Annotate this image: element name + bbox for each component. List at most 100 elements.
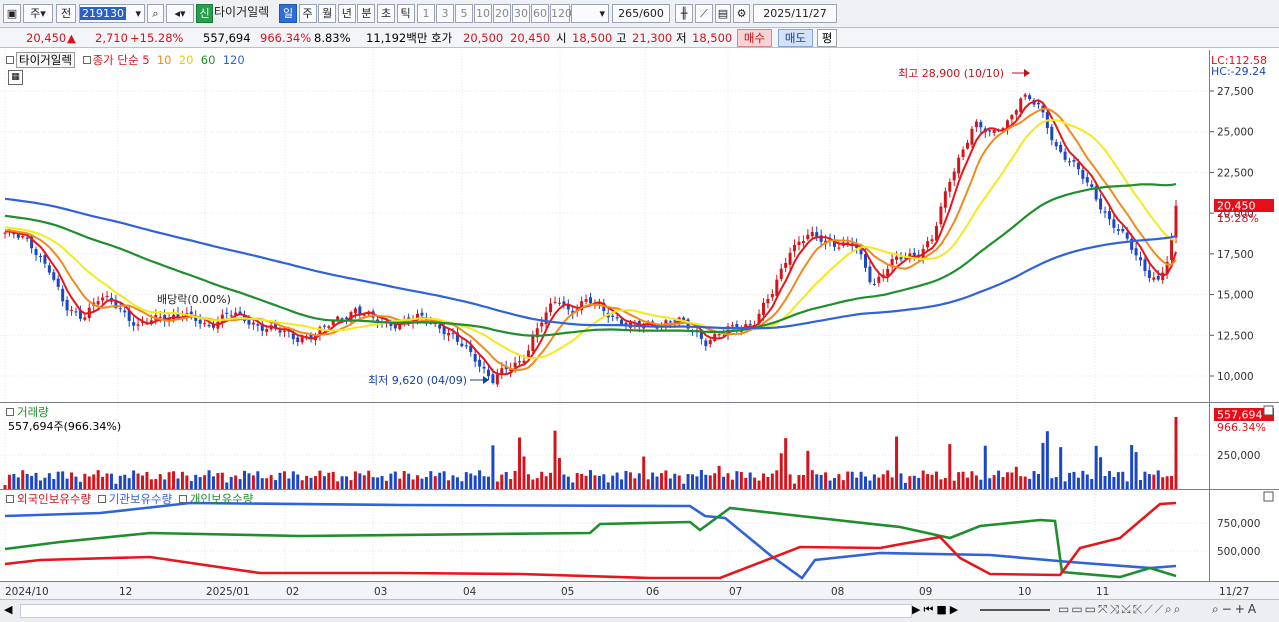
tab-3[interactable]: 년 bbox=[337, 4, 356, 23]
period-select[interactable]: 주▾ bbox=[23, 4, 53, 23]
tab-4[interactable]: 분 bbox=[357, 4, 376, 23]
volume-bar bbox=[522, 456, 526, 489]
average-button[interactable]: 평 bbox=[817, 29, 837, 47]
holder-panel-close-icon[interactable] bbox=[1263, 491, 1274, 502]
volume-bar bbox=[903, 482, 907, 489]
last-volume-pct: 966.34% bbox=[1217, 421, 1266, 434]
buy-button[interactable]: 매수 bbox=[737, 29, 772, 47]
tool-icons[interactable]: ▭▭▭⤧⤨⤩⤪⟋⟋⌕⌕ bbox=[1058, 602, 1182, 617]
volume-bar bbox=[296, 474, 300, 489]
interval-30[interactable]: 30 bbox=[512, 4, 530, 23]
save-icon[interactable]: ▤ bbox=[715, 4, 731, 23]
volume-bar bbox=[438, 472, 442, 489]
chevron-down-icon: ▾ bbox=[599, 7, 605, 20]
volume-bar bbox=[207, 470, 211, 489]
x-axis-label: 11/27 bbox=[1219, 586, 1249, 598]
tab-0[interactable]: 일 bbox=[279, 4, 297, 23]
volume-bar bbox=[149, 479, 153, 489]
price-tick-label: 15,000 bbox=[1217, 290, 1254, 302]
legend-foreign[interactable]: 외국인보유수량 bbox=[17, 492, 91, 506]
volume-bar bbox=[1001, 477, 1005, 489]
volume-bar bbox=[1099, 457, 1103, 489]
volume-bar bbox=[593, 475, 597, 489]
volume-bar bbox=[1121, 471, 1125, 489]
interval-1[interactable]: 1 bbox=[417, 4, 435, 23]
zoom-icons[interactable]: ⌕−+A bbox=[1212, 602, 1259, 617]
volume-bar bbox=[864, 476, 868, 489]
playback-controls-icon[interactable]: ▶⏮■▶ bbox=[912, 603, 961, 617]
tab-2[interactable]: 월 bbox=[318, 4, 337, 23]
legend-indiv[interactable]: 개인보유수량 bbox=[190, 492, 253, 506]
code-input[interactable]: 219130 ▾ bbox=[79, 4, 145, 23]
zoom-slider[interactable] bbox=[980, 609, 1050, 611]
volume-bar bbox=[562, 474, 566, 489]
volume-bar bbox=[912, 475, 916, 489]
volume-bar bbox=[74, 476, 78, 489]
interval-3[interactable]: 3 bbox=[436, 4, 454, 23]
gear-icon[interactable]: ⚙ bbox=[733, 4, 750, 23]
turnover-rate: 8.83% bbox=[314, 31, 351, 45]
search-icon[interactable]: ⌕ bbox=[147, 4, 164, 23]
candle-icon[interactable]: ╫ bbox=[675, 4, 693, 23]
price-tick-label: 22,500 bbox=[1217, 167, 1254, 179]
interval-60[interactable]: 60 bbox=[531, 4, 549, 23]
volume-bar bbox=[642, 456, 646, 489]
legend-ma5: 5 bbox=[142, 53, 150, 67]
volume-bar bbox=[1019, 476, 1023, 489]
volume-bar bbox=[353, 471, 357, 489]
layout-icon[interactable]: ▣ bbox=[3, 4, 21, 23]
high-price: 21,300 bbox=[632, 31, 673, 45]
volume-bar bbox=[194, 474, 198, 489]
count-total: /600 bbox=[639, 7, 664, 20]
hc-label: HC:-29.24 bbox=[1211, 65, 1266, 78]
volume-bar bbox=[495, 481, 499, 489]
volume-bar bbox=[300, 480, 304, 489]
chart-scrollbar: ◀ ▶⏮■▶ ▭▭▭⤧⤨⤩⤪⟋⟋⌕⌕ ⌕−+A bbox=[0, 599, 1279, 622]
volume-bar bbox=[1059, 447, 1063, 489]
prev-button[interactable]: 전 bbox=[56, 4, 76, 23]
volume-title[interactable]: 거래량 bbox=[17, 405, 49, 419]
interval-20[interactable]: 20 bbox=[493, 4, 511, 23]
volume-bar bbox=[291, 471, 295, 489]
sell-button[interactable]: 매도 bbox=[778, 29, 813, 47]
volume-bar bbox=[695, 476, 699, 489]
volume-bar bbox=[961, 471, 965, 489]
scroll-track[interactable] bbox=[20, 604, 912, 618]
legend-ma-label[interactable]: 종가 단순 bbox=[93, 53, 139, 67]
volume-bar bbox=[1028, 478, 1032, 489]
interval-120[interactable]: 120 bbox=[550, 4, 572, 23]
high-label: 고 bbox=[616, 31, 627, 45]
tab-1[interactable]: 주 bbox=[298, 4, 317, 23]
count-field[interactable]: 265/600 bbox=[612, 4, 670, 23]
chart-area[interactable]: 27,50025,00022,50020,00017,50015,00012,5… bbox=[0, 50, 1279, 599]
legend-stock-name[interactable]: 타이거일렉 bbox=[16, 52, 75, 68]
volume-bar bbox=[478, 470, 482, 489]
x-axis-label: 10 bbox=[1018, 586, 1031, 598]
date-field[interactable]: 2025/11/27 bbox=[753, 4, 837, 23]
tab-6[interactable]: 틱 bbox=[396, 4, 415, 23]
interval-5[interactable]: 5 bbox=[455, 4, 473, 23]
new-listing-badge: 신 bbox=[196, 4, 213, 23]
volume-bar bbox=[934, 471, 938, 489]
volume-bar bbox=[1076, 477, 1080, 489]
volume-bar bbox=[1090, 478, 1094, 489]
speaker-icon[interactable]: ◂▾ bbox=[166, 4, 194, 23]
volume-bar bbox=[25, 473, 29, 489]
interval-10[interactable]: 10 bbox=[474, 4, 492, 23]
volume-bar bbox=[1147, 474, 1151, 489]
draw-tool-icon[interactable]: ⟋ bbox=[695, 4, 713, 23]
volume-bar bbox=[597, 475, 601, 489]
volume-bar bbox=[682, 483, 686, 489]
volume-panel-close-icon[interactable] bbox=[1263, 405, 1274, 416]
volume-bar bbox=[983, 445, 987, 489]
legend-inst[interactable]: 기관보유수량 bbox=[109, 492, 172, 506]
volume-bar bbox=[52, 478, 56, 489]
volume-bar bbox=[16, 477, 20, 489]
tab-5[interactable]: 초 bbox=[377, 4, 395, 23]
interval-custom-select[interactable]: ▾ bbox=[571, 4, 609, 23]
volume-bar bbox=[708, 475, 712, 489]
volume-bar bbox=[101, 476, 105, 489]
candle bbox=[970, 126, 974, 148]
scroll-left-icon[interactable]: ◀ bbox=[4, 603, 12, 616]
grid-toggle-icon[interactable]: ▦ bbox=[8, 70, 23, 85]
